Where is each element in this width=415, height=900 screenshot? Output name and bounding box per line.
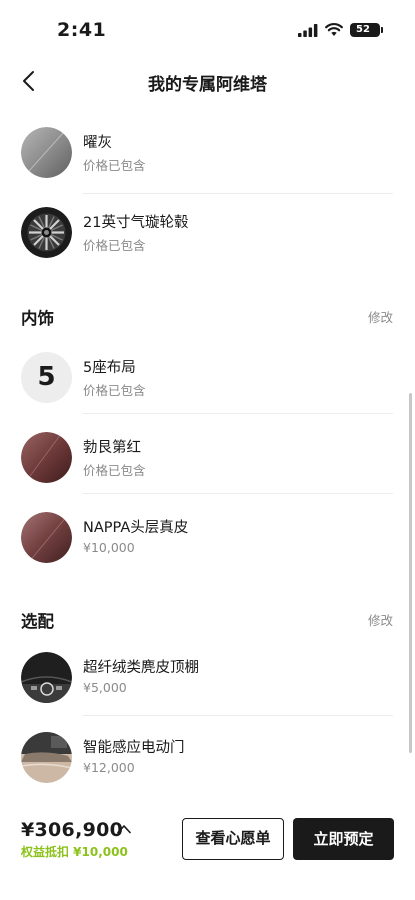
order-now-button[interactable]: 立即预定 bbox=[293, 818, 394, 860]
list-item-wheel: 21英寸气璇轮毂 价格已包含 bbox=[0, 195, 415, 275]
wifi-icon bbox=[325, 23, 343, 36]
item-title: 超纤绒类麂皮顶棚 bbox=[83, 660, 199, 676]
interior-edit-link[interactable]: 修改 bbox=[368, 307, 393, 326]
door-swatch bbox=[21, 732, 72, 783]
section-title-options: 选配 bbox=[21, 612, 54, 631]
item-price: ¥10,000 bbox=[83, 540, 135, 555]
divider bbox=[83, 413, 393, 414]
item-title: 勃艮第红 bbox=[83, 440, 141, 456]
page-title: 我的专属阿维塔 bbox=[148, 75, 267, 95]
list-item-interior-color: 勃艮第红 价格已包含 bbox=[0, 420, 415, 500]
bottom-action-bar: ¥306,900 权益抵扣 ¥10,000 查看心愿单 立即预定 bbox=[0, 805, 415, 900]
item-price: 价格已包含 bbox=[83, 158, 146, 173]
total-price: ¥306,900 bbox=[21, 819, 124, 841]
burgundy-swatch bbox=[21, 432, 72, 483]
item-price: ¥5,000 bbox=[83, 680, 127, 695]
item-title: 5座布局 bbox=[83, 360, 136, 376]
list-item-headliner: 超纤绒类麂皮顶棚 ¥5,000 bbox=[0, 640, 415, 720]
list-item-paint: 曜灰 价格已包含 bbox=[0, 115, 415, 195]
battery-level-text: 52 bbox=[356, 24, 370, 35]
divider bbox=[83, 193, 393, 194]
status-time: 2:41 bbox=[57, 19, 107, 41]
item-title: 曜灰 bbox=[83, 135, 112, 151]
divider bbox=[83, 715, 393, 716]
signal-icon bbox=[298, 24, 318, 37]
headliner-swatch bbox=[21, 652, 72, 703]
battery-icon: 52 bbox=[350, 23, 380, 37]
list-item-seat-layout: 5 5座布局 价格已包含 bbox=[0, 340, 415, 420]
view-wishlist-button[interactable]: 查看心愿单 bbox=[182, 818, 284, 860]
list-item-leather: NAPPA头层真皮 ¥10,000 bbox=[0, 500, 415, 580]
benefit-deduction: 权益抵扣 ¥10,000 bbox=[21, 845, 128, 859]
divider bbox=[83, 493, 393, 494]
item-price: ¥12,000 bbox=[83, 760, 135, 775]
seat-count: 5 bbox=[37, 362, 56, 392]
item-title: NAPPA头层真皮 bbox=[83, 520, 189, 536]
status-bar: 2:41 52 bbox=[0, 0, 415, 60]
seat-count-badge: 5 bbox=[21, 352, 72, 403]
item-price: 价格已包含 bbox=[83, 463, 146, 478]
scrollbar[interactable] bbox=[409, 393, 412, 753]
item-title: 21英寸气璇轮毂 bbox=[83, 215, 189, 231]
chevron-up-icon[interactable] bbox=[117, 824, 131, 834]
item-price: 价格已包含 bbox=[83, 238, 146, 253]
gray-paint-swatch bbox=[21, 127, 72, 178]
battery-cap bbox=[381, 27, 383, 33]
section-title-interior: 内饰 bbox=[21, 309, 54, 328]
list-item-power-door: 智能感应电动门 ¥12,000 bbox=[0, 720, 415, 800]
leather-swatch bbox=[21, 512, 72, 563]
options-edit-link[interactable]: 修改 bbox=[368, 610, 393, 629]
wheel-swatch bbox=[21, 207, 72, 258]
nav-bar: 我的专属阿维塔 bbox=[0, 60, 415, 104]
item-title: 智能感应电动门 bbox=[83, 740, 185, 756]
item-price: 价格已包含 bbox=[83, 383, 146, 398]
